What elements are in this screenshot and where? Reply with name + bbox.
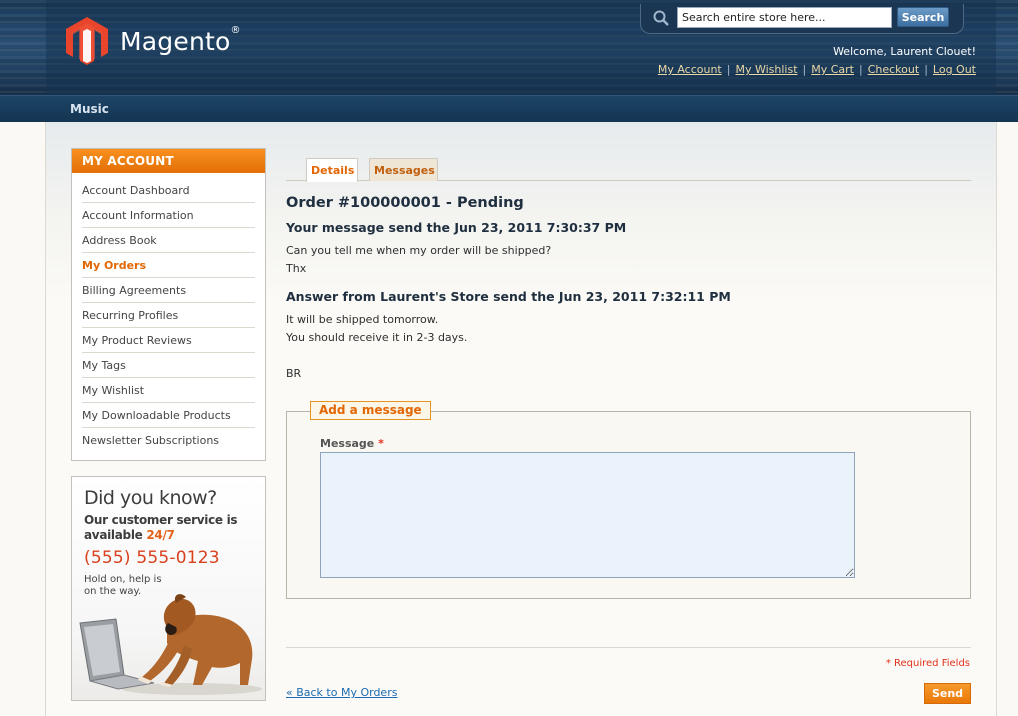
nav-item-music[interactable]: Music: [70, 102, 109, 116]
sidebar-item-recurring-profiles[interactable]: Recurring Profiles: [82, 303, 255, 328]
store-answer-header: Answer from Laurent's Store send the Jun…: [286, 289, 731, 304]
sidebar-item-my-orders: My Orders: [82, 253, 255, 278]
main-nav: Music: [0, 95, 1018, 122]
link-separator: |: [726, 63, 731, 76]
required-star: *: [378, 437, 384, 450]
answer-line: It will be shipped tomorrow.: [286, 313, 439, 326]
search-icon: [653, 10, 669, 26]
message-line: Thx: [286, 262, 307, 275]
tab-details[interactable]: Details: [306, 158, 358, 182]
back-to-orders-link[interactable]: « Back to My Orders: [286, 686, 397, 699]
order-tabs: Details Messages: [286, 157, 971, 182]
link-separator: |: [859, 63, 863, 76]
sidebar-item-my-product-reviews[interactable]: My Product Reviews: [82, 328, 255, 353]
sidebar-item-newsletter-subscriptions[interactable]: Newsletter Subscriptions: [82, 428, 255, 453]
account-navigation: MY ACCOUNT Account Dashboard Account Inf…: [71, 148, 266, 461]
customer-message-body: Can you tell me when my order will be sh…: [286, 242, 551, 278]
store-answer-body: It will be shipped tomorrow. You should …: [286, 311, 467, 383]
message-label: Message *: [320, 437, 384, 450]
checkout-link[interactable]: Checkout: [868, 63, 919, 76]
logo-text: Magento®: [120, 24, 241, 56]
banner-line-2a: available: [84, 528, 147, 542]
link-separator: |: [924, 63, 928, 76]
welcome-message: Welcome, Laurent Clouet!: [833, 45, 976, 58]
banner-phone: (555) 555-0123: [84, 548, 220, 568]
search-button[interactable]: Search: [897, 7, 949, 27]
sidebar-item-account-information[interactable]: Account Information: [82, 203, 255, 228]
answer-line: You should receive it in 2-3 days.: [286, 331, 468, 344]
my-cart-link[interactable]: My Cart: [811, 63, 854, 76]
divider: [286, 647, 971, 648]
sidebar-item-address-book[interactable]: Address Book: [82, 228, 255, 253]
send-button[interactable]: Send: [924, 683, 971, 704]
account-nav-title: MY ACCOUNT: [72, 149, 265, 173]
sidebar-item-my-wishlist[interactable]: My Wishlist: [82, 378, 255, 403]
account-nav-list: Account Dashboard Account Information Ad…: [72, 173, 265, 453]
answer-line: BR: [286, 367, 302, 380]
customer-service-banner[interactable]: Did you know? Our customer service is av…: [71, 476, 266, 701]
sidebar-item-my-tags[interactable]: My Tags: [82, 353, 255, 378]
tab-messages[interactable]: Messages: [369, 158, 438, 181]
log-out-link[interactable]: Log Out: [933, 63, 976, 76]
magento-logo-icon: [66, 17, 108, 65]
banner-line-2b: 24/7: [146, 528, 175, 542]
add-message-legend: Add a message: [310, 401, 431, 420]
sidebar-item-billing-agreements[interactable]: Billing Agreements: [82, 278, 255, 303]
search-form: Search: [640, 4, 964, 34]
banner-line-1: Our customer service is: [84, 513, 238, 527]
answer-line-blank: [286, 347, 467, 365]
page-title: Order #100000001 - Pending: [286, 195, 524, 211]
message-line: Can you tell me when my order will be sh…: [286, 244, 552, 257]
store-logo[interactable]: Magento®: [66, 17, 241, 65]
search-input[interactable]: [677, 7, 892, 28]
banner-text: Our customer service is available 24/7: [84, 513, 253, 543]
my-account-link[interactable]: My Account: [658, 63, 722, 76]
banner-title: Did you know?: [84, 487, 217, 509]
sidebar-item-my-downloadable-products[interactable]: My Downloadable Products: [82, 403, 255, 428]
required-fields-note: * Required Fields: [885, 658, 970, 669]
my-wishlist-link[interactable]: My Wishlist: [735, 63, 797, 76]
header-links: My Account | My Wishlist | My Cart | Checkout |…: [658, 63, 976, 76]
message-textarea[interactable]: [320, 452, 855, 578]
link-separator: |: [802, 63, 807, 76]
dog-laptop-illustration: [79, 594, 262, 695]
sidebar-item-account-dashboard[interactable]: Account Dashboard: [82, 178, 255, 203]
customer-message-header: Your message send the Jun 23, 2011 7:30:…: [286, 220, 627, 235]
